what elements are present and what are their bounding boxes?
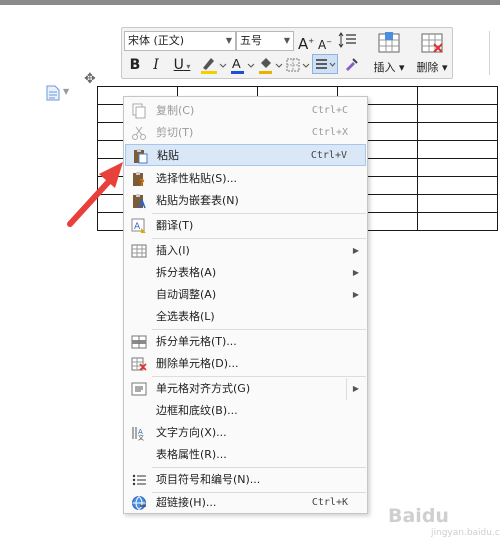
baidu-watermark-url: jingyan.baidu.com [431,528,500,538]
annotation-arrow [67,162,123,227]
baidu-watermark: Baidu [388,505,449,527]
